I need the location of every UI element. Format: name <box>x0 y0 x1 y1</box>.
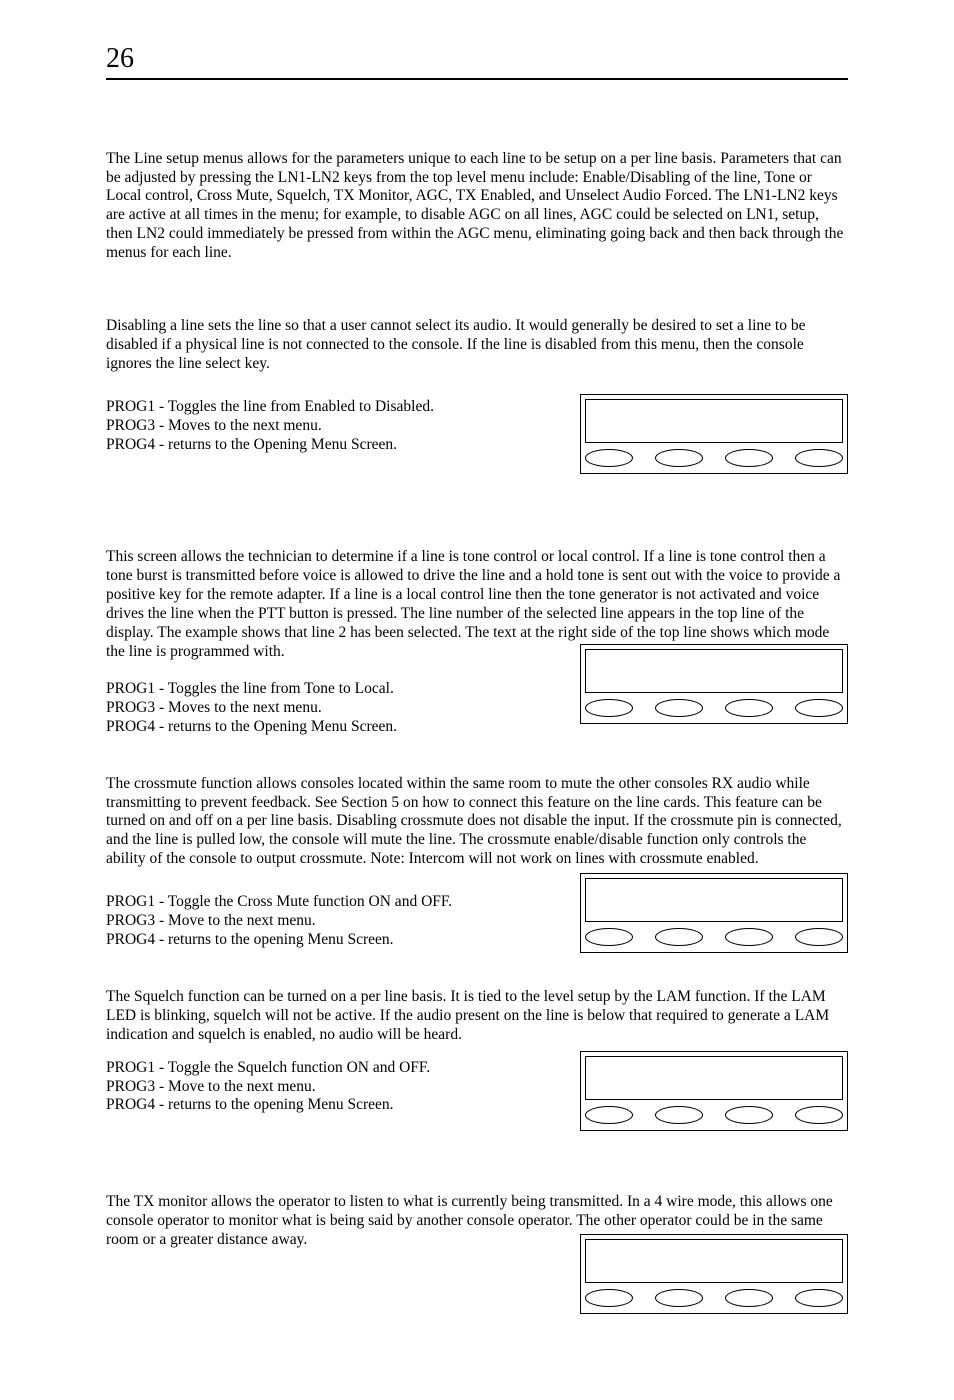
page-number: 26 <box>106 42 848 78</box>
device-button-icon <box>655 1289 703 1307</box>
prog-line: PROG3 - Move to the next menu. <box>106 912 556 931</box>
device-button-icon <box>795 928 843 946</box>
device-button-row <box>585 925 843 949</box>
squelch-prog-section: PROG1 - Toggle the Squelch function ON a… <box>106 1059 848 1156</box>
prog-line: PROG4 - returns to the opening Menu Scre… <box>106 931 556 950</box>
prog-line: PROG4 - returns to the Opening Menu Scre… <box>106 718 556 737</box>
prog-line: PROG1 - Toggles the line from Tone to Lo… <box>106 680 556 699</box>
device-button-icon <box>655 928 703 946</box>
device-button-icon <box>725 1289 773 1307</box>
device-button-icon <box>725 1106 773 1124</box>
prog-line: PROG1 - Toggle the Cross Mute function O… <box>106 893 556 912</box>
prog-line: PROG3 - Moves to the next menu. <box>106 417 556 436</box>
device-screen <box>585 649 843 693</box>
device-button-icon <box>725 699 773 717</box>
device-button-row <box>585 446 843 470</box>
device-button-icon <box>585 699 633 717</box>
prog-line: PROG4 - returns to the opening Menu Scre… <box>106 1096 556 1115</box>
crossmute-paragraph: The crossmute function allows consoles l… <box>106 775 848 870</box>
device-button-icon <box>585 449 633 467</box>
device-button-icon <box>795 699 843 717</box>
device-button-icon <box>585 1289 633 1307</box>
device-screen <box>585 1056 843 1100</box>
device-button-icon <box>795 1106 843 1124</box>
device-screen <box>585 1239 843 1283</box>
device-figure <box>580 394 848 474</box>
prog-line: PROG3 - Move to the next menu. <box>106 1078 556 1097</box>
device-button-icon <box>585 1106 633 1124</box>
device-button-icon <box>725 928 773 946</box>
device-figure <box>580 644 848 724</box>
prog-line: PROG4 - returns to the Opening Menu Scre… <box>106 436 556 455</box>
device-button-icon <box>655 699 703 717</box>
page: 26 The Line setup menus allows for the p… <box>0 0 954 1400</box>
disable-prog-section: PROG1 - Toggles the line from Enabled to… <box>106 398 848 511</box>
device-screen <box>585 399 843 443</box>
crossmute-prog-section: PROG1 - Toggle the Cross Mute function O… <box>106 893 848 950</box>
txmon-figure-section <box>106 1250 848 1340</box>
page-header: 26 <box>106 42 848 80</box>
device-button-icon <box>795 449 843 467</box>
device-button-row <box>585 1286 843 1310</box>
device-figure <box>580 1234 848 1314</box>
device-button-icon <box>795 1289 843 1307</box>
device-button-icon <box>655 449 703 467</box>
tone-prog-section: PROG1 - Toggles the line from Tone to Lo… <box>106 680 848 737</box>
prog-line: PROG3 - Moves to the next menu. <box>106 699 556 718</box>
squelch-prog-list: PROG1 - Toggle the Squelch function ON a… <box>106 1059 556 1116</box>
squelch-paragraph: The Squelch function can be turned on a … <box>106 988 848 1045</box>
device-button-row <box>585 1103 843 1127</box>
device-button-icon <box>725 449 773 467</box>
device-button-icon <box>585 928 633 946</box>
device-button-icon <box>655 1106 703 1124</box>
device-button-row <box>585 696 843 720</box>
prog-line: PROG1 - Toggle the Squelch function ON a… <box>106 1059 556 1078</box>
device-screen <box>585 878 843 922</box>
disable-paragraph: Disabling a line sets the line so that a… <box>106 317 848 374</box>
disable-prog-list: PROG1 - Toggles the line from Enabled to… <box>106 398 556 455</box>
device-figure <box>580 873 848 953</box>
tone-prog-list: PROG1 - Toggles the line from Tone to Lo… <box>106 680 556 737</box>
crossmute-prog-list: PROG1 - Toggle the Cross Mute function O… <box>106 893 556 950</box>
device-figure <box>580 1051 848 1131</box>
intro-paragraph: The Line setup menus allows for the para… <box>106 150 848 263</box>
prog-line: PROG1 - Toggles the line from Enabled to… <box>106 398 556 417</box>
